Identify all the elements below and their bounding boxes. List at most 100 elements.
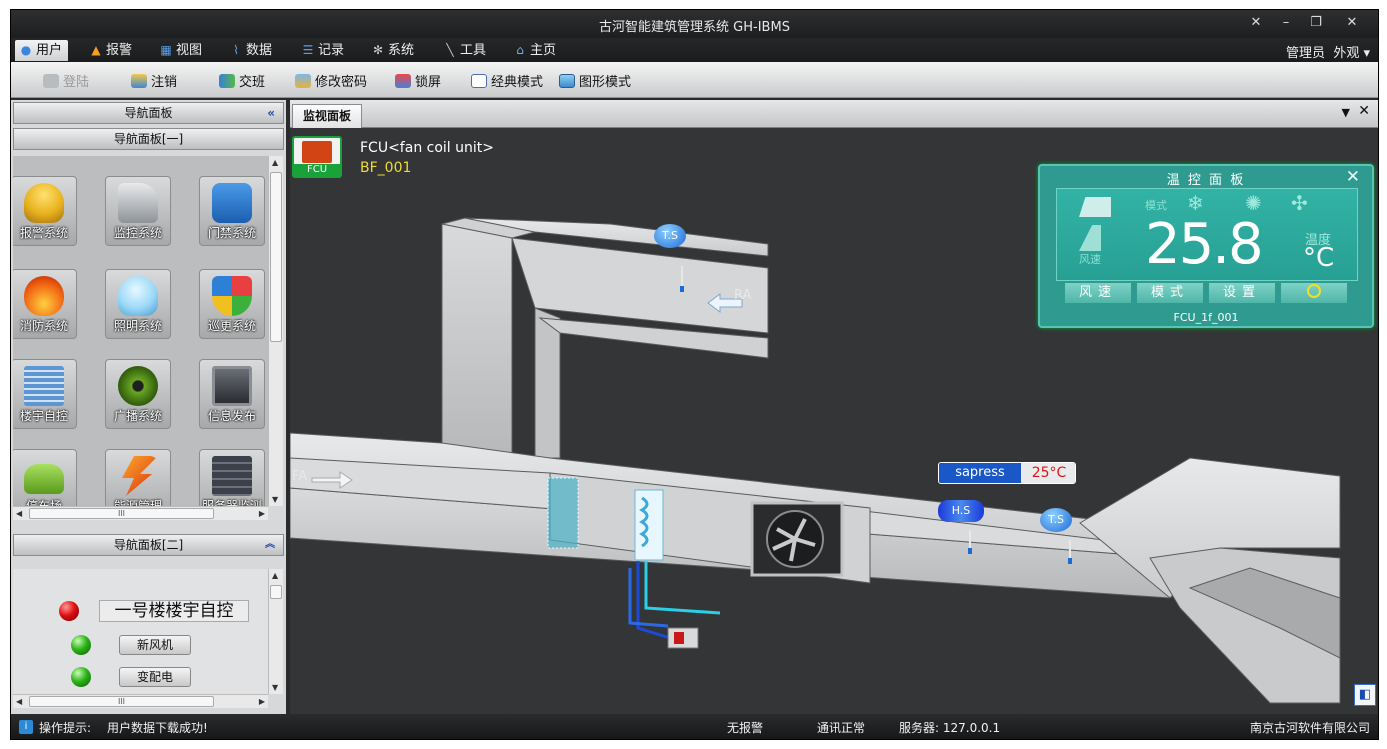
fcu-badge[interactable]: FCU	[292, 136, 342, 178]
menu-data[interactable]: ⌇ 数据	[225, 40, 278, 61]
thermostat-device: FCU_1f_001	[1173, 311, 1239, 324]
scroll-thumb[interactable]: III	[29, 508, 214, 519]
scroll-down-icon[interactable]: ▼	[272, 495, 278, 504]
nav-tile-label: 照明系统	[113, 319, 162, 333]
nav-tile-label: 门禁系统	[207, 226, 256, 240]
nav-tile-broadcast[interactable]: 广播系统	[105, 359, 171, 429]
nav-tile-access[interactable]: 门禁系统	[199, 176, 265, 246]
nav-tile-alarm[interactable]: 报警系统	[13, 176, 77, 246]
nav-tile-parking[interactable]: 停车场	[13, 449, 77, 506]
status-bar: i 操作提示: 用户数据下载成功! 无报警 通讯正常 服务器: 127.0.0.…	[11, 715, 1378, 739]
restore-button[interactable]: ❐	[1304, 13, 1328, 33]
temp-sensor-ra[interactable]: T.S	[654, 224, 686, 248]
thermostat-panel[interactable]: 温 控 面 板 ✕ 风速 模式 ❄ ✺ ✣ 25.8 温度 °C 风速 模式 设…	[1038, 164, 1374, 328]
nav-tile-patrol[interactable]: 巡更系统	[199, 269, 265, 339]
menu-user-label: 用户	[36, 43, 63, 58]
fresh-air-button[interactable]: 新风机	[119, 635, 191, 655]
lock-screen-button[interactable]: 锁屏	[395, 71, 441, 90]
menu-tools[interactable]: ╲ 工具	[439, 40, 492, 61]
appearance-menu[interactable]: 外观	[1333, 46, 1359, 61]
tab-monitor-panel[interactable]: 监视面板	[292, 104, 362, 128]
scroll-up-icon[interactable]: ▲	[272, 158, 278, 167]
tab-strip: 监视面板 ▼ ✕	[290, 100, 1378, 128]
nav-tile-label: 报警系统	[19, 226, 68, 240]
menu-system[interactable]: ✻ 系统	[367, 40, 420, 61]
menu-view[interactable]: ▦ 视图	[155, 40, 208, 61]
logout-button[interactable]: 注销	[131, 71, 177, 90]
scroll-left-icon[interactable]: ◀	[16, 509, 22, 518]
temp-sensor-supply[interactable]: T.S	[1040, 508, 1072, 532]
close-button[interactable]: ✕	[1340, 13, 1364, 33]
user-role[interactable]: 管理员	[1286, 46, 1325, 61]
power-icon	[1307, 284, 1321, 298]
ts-label: T.S	[1048, 513, 1064, 526]
title-bar: 古河智能建筑管理系统 GH-IBMS ✕ – ❐ ✕	[11, 10, 1378, 38]
login-button[interactable]: 登陆	[43, 71, 89, 90]
change-password-button[interactable]: 修改密码	[295, 71, 367, 90]
power-button[interactable]	[1281, 283, 1347, 303]
server-icon	[212, 456, 252, 496]
classic-mode-button[interactable]: 经典模式	[471, 71, 543, 90]
scroll-up-icon[interactable]: ▲	[272, 571, 278, 580]
shield-icon	[212, 276, 252, 316]
menu-bar: ● 用户 ▲ 报警 ▦ 视图 ⌇ 数据 ☰ 记录 ✻ 系统 ╲ 工具 ⌂ 主页 管理员 外观 ▾	[11, 38, 1378, 62]
temperature-unit: °C	[1303, 243, 1335, 273]
nav-tile-bas[interactable]: 楼宇自控	[13, 359, 77, 429]
handover-icon	[219, 74, 235, 88]
ts-label: T.S	[662, 229, 678, 242]
nav-tile-energy[interactable]: 能源管理	[105, 449, 171, 506]
scroll-right-icon[interactable]: ▶	[259, 697, 265, 706]
chevron-down-icon[interactable]: ▾	[1363, 46, 1370, 61]
nav-group2-list: 一号楼楼宇自控 新风机 变配电	[13, 569, 268, 694]
nav-tile-signage[interactable]: 信息发布	[199, 359, 265, 429]
minimize-button[interactable]: –	[1274, 13, 1298, 33]
close-icon[interactable]: ✕	[1346, 167, 1360, 187]
nav-tile-label: 能源管理	[113, 499, 162, 506]
car-icon	[24, 464, 64, 494]
nav-tile-fire[interactable]: 消防系统	[13, 269, 77, 339]
nav-group2-hscrollbar[interactable]: ◀ III ▶	[13, 694, 268, 708]
fan-speed-button[interactable]: 风速	[1065, 283, 1131, 303]
power-distribution-button[interactable]: 变配电	[119, 667, 191, 687]
menu-record[interactable]: ☰ 记录	[297, 40, 350, 61]
settings-button[interactable]: 设置	[1209, 283, 1275, 303]
graphic-mode-button[interactable]: 图形模式	[559, 71, 631, 90]
building-header[interactable]: 一号楼楼宇自控	[99, 600, 249, 622]
menu-system-label: 系统	[388, 43, 415, 58]
scroll-thumb[interactable]	[270, 172, 282, 342]
menu-user[interactable]: ● 用户	[15, 40, 69, 61]
nav-tile-lighting[interactable]: 照明系统	[105, 269, 171, 339]
nav-group1-header[interactable]: 导航面板[一]	[13, 128, 284, 150]
fullscreen-icon[interactable]: ✕	[1244, 13, 1268, 33]
collapse-left-icon[interactable]: «	[267, 103, 275, 123]
scroll-right-icon[interactable]: ▶	[259, 509, 265, 518]
menu-home[interactable]: ⌂ 主页	[509, 40, 562, 61]
menu-alarm[interactable]: ▲ 报警	[85, 40, 138, 61]
menu-view-label: 视图	[176, 43, 203, 58]
nav-group1-hscrollbar[interactable]: ◀ III ▶	[13, 506, 268, 520]
display-icon	[212, 366, 252, 406]
nav-tile-server[interactable]: 服务器监测	[199, 449, 265, 506]
graphic-mode-label: 图形模式	[579, 75, 632, 90]
password-icon	[295, 74, 311, 88]
collapse-up-icon[interactable]: ︽	[265, 535, 275, 555]
scroll-thumb[interactable]: III	[29, 696, 214, 707]
classic-mode-icon	[471, 74, 487, 88]
nav-group2-vscrollbar[interactable]: ▲ ▼	[268, 569, 283, 694]
handover-button[interactable]: 交班	[219, 71, 265, 90]
close-tab-icon[interactable]: ✕	[1358, 103, 1370, 119]
nav-tile-cctv[interactable]: 监控系统	[105, 176, 171, 246]
humidity-sensor[interactable]: H.S	[938, 500, 984, 522]
status-hint-label: 操作提示:	[39, 721, 92, 735]
panel-toggle-icon[interactable]: ◧	[1354, 684, 1376, 706]
nav-group1-vscrollbar[interactable]: ▲ ▼	[268, 156, 283, 506]
pressure-readout[interactable]: sapress 25°C	[938, 462, 1076, 484]
scroll-down-icon[interactable]: ▼	[272, 683, 278, 692]
nav-tile-label: 广播系统	[113, 409, 162, 423]
window-title: 古河智能建筑管理系统 GH-IBMS	[599, 20, 790, 35]
scroll-thumb[interactable]	[270, 585, 282, 599]
tab-dropdown-icon[interactable]: ▼	[1342, 106, 1350, 119]
mode-button[interactable]: 模式	[1137, 283, 1203, 303]
scroll-left-icon[interactable]: ◀	[16, 697, 22, 706]
nav-group2-header[interactable]: 导航面板[二] ︽	[13, 534, 284, 556]
